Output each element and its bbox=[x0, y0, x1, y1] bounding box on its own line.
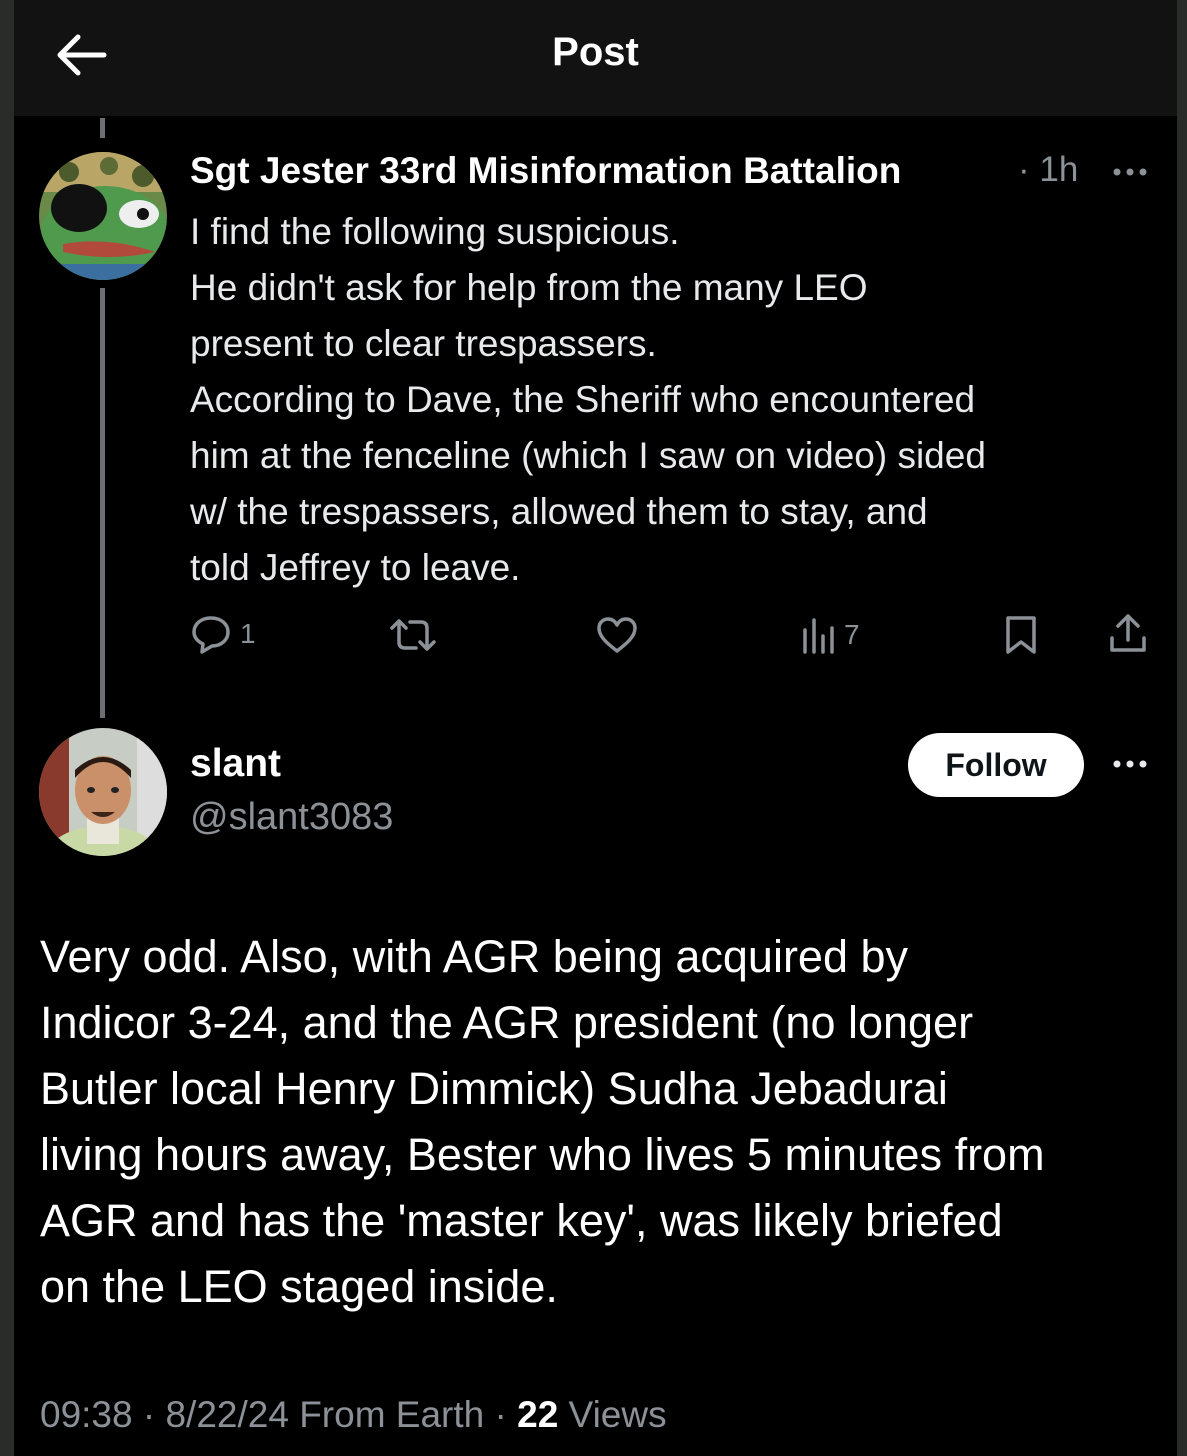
post-text-line: him at the fenceline (which I saw on vid… bbox=[190, 435, 986, 476]
reply-button[interactable]: 1 bbox=[190, 614, 256, 654]
post-text-line: on the LEO staged inside. bbox=[40, 1261, 558, 1312]
like-icon bbox=[597, 617, 637, 653]
views-label: Views bbox=[558, 1394, 667, 1435]
post-text: Very odd. Also, with AGR being acquired … bbox=[40, 924, 1160, 1320]
views-icon bbox=[803, 618, 834, 654]
post-text-line: According to Dave, the Sheriff who encou… bbox=[190, 379, 976, 420]
bookmark-button[interactable] bbox=[1004, 614, 1038, 656]
share-icon bbox=[1110, 614, 1146, 652]
post-text: I find the following suspicious. He didn… bbox=[190, 204, 1150, 596]
post-age: · 1h bbox=[1018, 150, 1079, 189]
post-metadata: 09:38 · 8/22/24 From Earth · 22 Views bbox=[40, 1394, 667, 1436]
post-text-line: present to clear trespassers. bbox=[190, 323, 657, 364]
view-count: 7 bbox=[844, 619, 860, 650]
views-count[interactable]: 22 bbox=[517, 1394, 558, 1435]
display-name[interactable]: slant bbox=[190, 742, 281, 786]
author-name[interactable]: Sgt Jester 33rd Misinformation Battalion bbox=[190, 150, 901, 192]
more-icon[interactable] bbox=[1110, 754, 1150, 774]
author-avatar[interactable] bbox=[39, 152, 167, 280]
author-avatar[interactable] bbox=[39, 728, 167, 856]
repost-button[interactable] bbox=[388, 616, 438, 654]
post-screen: Post Sgt Jester 33rd Misinformation Batt… bbox=[14, 0, 1177, 1456]
post-text-line: Very odd. Also, with AGR being acquired … bbox=[40, 931, 909, 982]
post-text-line: w/ the trespassers, allowed them to stay… bbox=[190, 491, 928, 532]
frog-avatar-image bbox=[39, 152, 167, 280]
post-text-line: I find the following suspicious. bbox=[190, 211, 680, 252]
timestamp: 09:38 · 8/22/24 From Earth · bbox=[40, 1394, 518, 1435]
reply-icon bbox=[192, 616, 230, 654]
post-text-line: living hours away, Bester who lives 5 mi… bbox=[40, 1129, 1045, 1180]
post-text-line: AGR and has the 'master key', was likely… bbox=[40, 1195, 1003, 1246]
bookmark-icon bbox=[1006, 616, 1036, 654]
views-button[interactable]: 7 bbox=[800, 616, 860, 654]
reply-count: 1 bbox=[240, 618, 256, 649]
post-text-line: Indicor 3-24, and the AGR president (no … bbox=[40, 997, 974, 1048]
thread-line bbox=[100, 288, 105, 718]
page-title: Post bbox=[552, 30, 639, 74]
top-bar: Post bbox=[14, 0, 1177, 116]
like-button[interactable] bbox=[596, 616, 638, 654]
share-button[interactable] bbox=[1108, 612, 1148, 656]
person-avatar-image bbox=[39, 728, 167, 856]
follow-button[interactable]: Follow bbox=[908, 733, 1084, 797]
user-handle[interactable]: @slant3083 bbox=[190, 796, 393, 839]
repost-icon bbox=[390, 619, 436, 651]
post-text-line: Butler local Henry Dimmick) Sudha Jebadu… bbox=[40, 1063, 948, 1114]
more-icon[interactable] bbox=[1110, 162, 1150, 182]
thread-line-top bbox=[100, 118, 105, 138]
post-text-line: He didn't ask for help from the many LEO bbox=[190, 267, 868, 308]
post-text-line: told Jeffrey to leave. bbox=[190, 547, 521, 588]
